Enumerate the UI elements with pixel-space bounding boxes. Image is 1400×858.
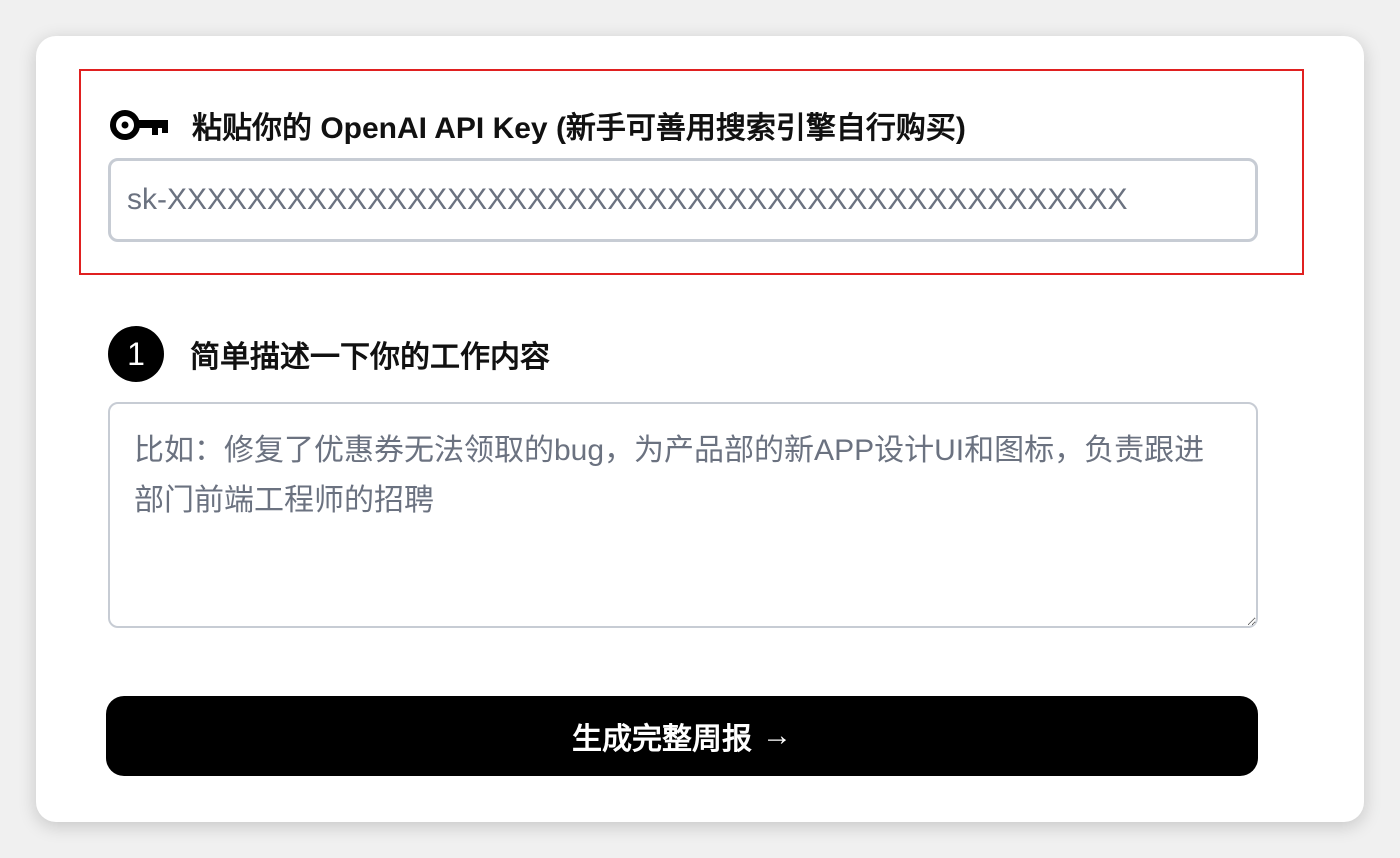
arrow-right-icon: → bbox=[762, 719, 792, 752]
generate-report-label: 生成完整周报 bbox=[572, 723, 752, 756]
form-card: 粘贴你的 OpenAI API Key (新手可善用搜索引擎自行购买) 1 简单… bbox=[36, 36, 1364, 822]
work-description-label: 简单描述一下你的工作内容 bbox=[190, 341, 550, 374]
api-key-label: 粘贴你的 OpenAI API Key (新手可善用搜索引擎自行购买) bbox=[192, 112, 966, 145]
step-one-label-row: 1 简单描述一下你的工作内容 bbox=[108, 326, 550, 382]
step-number-badge: 1 bbox=[108, 326, 164, 382]
key-icon bbox=[110, 110, 168, 140]
work-description-textarea[interactable] bbox=[108, 402, 1258, 628]
api-key-label-row: 粘贴你的 OpenAI API Key (新手可善用搜索引擎自行购买) bbox=[108, 104, 966, 146]
api-key-input[interactable] bbox=[108, 158, 1258, 242]
generate-report-button[interactable]: 生成完整周报 → bbox=[106, 696, 1258, 776]
